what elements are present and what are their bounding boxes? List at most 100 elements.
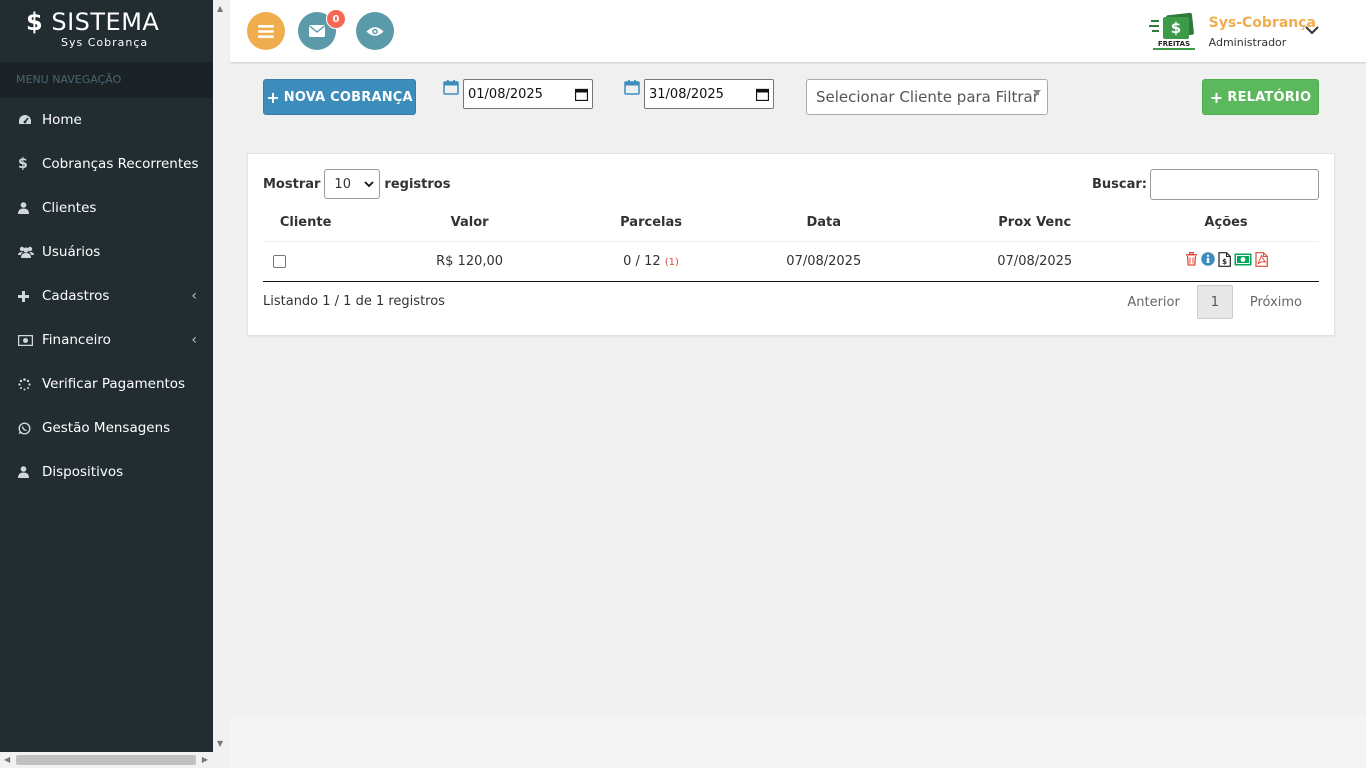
- dashboard-icon: [18, 114, 42, 126]
- charges-table: Cliente Valor Parcelas Data Prox Venc Aç…: [263, 205, 1319, 282]
- sidebar-item-label: Gestão Mensagens: [42, 420, 171, 436]
- view-button[interactable]: [356, 12, 394, 50]
- new-charge-button[interactable]: + NOVA COBRANÇA: [263, 79, 416, 115]
- table-row: R$ 120,00 0 / 12 (1) 07/08/2025 07/08/20…: [263, 241, 1319, 282]
- sidebar-item-label: Verificar Pagamentos: [42, 376, 186, 392]
- document-icon[interactable]: $: [1217, 251, 1231, 267]
- scroll-left-arrow-icon[interactable]: ◀: [4, 755, 10, 764]
- info-icon[interactable]: [1200, 252, 1215, 267]
- topbar: 0 $ FREITAS Sys-Cobrança Administrador: [230, 0, 1366, 63]
- svg-text:$: $: [1170, 19, 1180, 37]
- sidebar: $ SISTEMA Sys Cobrança MENU NAVEGAÇÃO Ho…: [0, 0, 213, 752]
- sidebar-item-dispositivos[interactable]: Dispositivos: [0, 450, 213, 494]
- end-date-group: 31/08/2025: [624, 79, 774, 109]
- sidebar-item-gestao-mensagens[interactable]: Gestão Mensagens: [0, 406, 213, 450]
- sidebar-item-clientes[interactable]: Clientes: [0, 186, 213, 230]
- pagination-next[interactable]: Próximo: [1233, 295, 1319, 310]
- client-filter-placeholder: Selecionar Cliente para Filtrar: [816, 88, 1039, 106]
- sidebar-item-label: Cadastros: [42, 288, 110, 304]
- eye-icon: [366, 26, 384, 36]
- user-dropdown-button[interactable]: [1302, 20, 1322, 40]
- brand-subtitle: Sys Cobrança: [61, 36, 149, 49]
- date-picker-icon[interactable]: [575, 88, 588, 101]
- sidebar-item-financeiro[interactable]: Financeiro ‹: [0, 318, 213, 362]
- logo-text: FREITAS: [1158, 40, 1190, 48]
- envelope-icon: [309, 25, 325, 37]
- client-filter-select[interactable]: Selecionar Cliente para Filtrar: [806, 79, 1048, 115]
- column-header-acoes: Ações: [1133, 205, 1319, 242]
- user-icon: [18, 466, 42, 478]
- end-date-input[interactable]: 31/08/2025: [644, 79, 774, 109]
- sidebar-item-home[interactable]: Home: [0, 98, 213, 142]
- whatsapp-icon: [18, 421, 42, 435]
- cell-parcelas: 0 / 12 (1): [590, 241, 712, 282]
- report-button[interactable]: + RELATÓRIO: [1202, 79, 1319, 115]
- dollar-icon: $: [18, 156, 28, 172]
- row-checkbox[interactable]: [273, 254, 286, 268]
- chevron-left-icon: ‹: [191, 332, 197, 348]
- charges-panel: Mostrar 10 registros Buscar: Cliente Val…: [247, 153, 1335, 336]
- hamburger-icon: [258, 24, 274, 38]
- pdf-file-icon[interactable]: [1254, 251, 1268, 267]
- sidebar-item-label: Dispositivos: [42, 464, 124, 480]
- horizontal-scrollbar[interactable]: ◀ ▶: [0, 752, 230, 768]
- scroll-right-arrow-icon[interactable]: ▶: [202, 755, 208, 764]
- page-length-control: Mostrar 10 registros: [263, 169, 450, 199]
- start-date-value: 01/08/2025: [468, 86, 543, 102]
- search-label: Buscar:: [1092, 177, 1147, 192]
- column-header-prox-venc[interactable]: Prox Venc: [936, 205, 1134, 242]
- end-date-value: 31/08/2025: [649, 86, 724, 102]
- date-picker-icon[interactable]: [756, 88, 769, 101]
- column-header-data[interactable]: Data: [711, 205, 937, 242]
- plus-icon: +: [266, 87, 280, 107]
- sidebar-item-cobrancas-recorrentes[interactable]: $ Cobranças Recorrentes: [0, 142, 213, 186]
- menu-header: MENU NAVEGAÇÃO: [0, 62, 213, 98]
- sidebar-item-cadastros[interactable]: Cadastros ‹: [0, 274, 213, 318]
- sidebar-item-verificar-pagamentos[interactable]: Verificar Pagamentos: [0, 362, 213, 406]
- pagination-previous[interactable]: Anterior: [1110, 295, 1196, 310]
- main-content: + NOVA COBRANÇA 01/08/2025 31/08/2025 Se…: [230, 64, 1366, 716]
- plus-icon: +: [1209, 87, 1224, 107]
- spinner-icon: [18, 377, 42, 391]
- scroll-down-arrow-icon[interactable]: ▼: [217, 739, 223, 748]
- search-input[interactable]: [1150, 169, 1319, 200]
- chevron-down-icon: [1305, 26, 1319, 35]
- column-header-parcelas[interactable]: Parcelas: [590, 205, 712, 242]
- footer: [230, 716, 1366, 768]
- start-date-group: 01/08/2025: [443, 79, 593, 109]
- page-length-select[interactable]: 10: [324, 169, 381, 199]
- scrollbar-thumb[interactable]: [16, 755, 196, 765]
- company-logo: $ FREITAS: [1148, 12, 1197, 52]
- user-icon: [18, 202, 42, 214]
- sidebar-item-label: Clientes: [42, 200, 97, 216]
- column-header-cliente[interactable]: Cliente: [263, 205, 349, 242]
- messages-button[interactable]: 0: [298, 9, 346, 50]
- calendar-icon: [624, 80, 640, 95]
- new-charge-label: NOVA COBRANÇA: [283, 89, 413, 105]
- table-header-row: Cliente Valor Parcelas Data Prox Venc Aç…: [263, 205, 1319, 242]
- table-info: Listando 1 / 1 de 1 registros: [263, 294, 445, 309]
- cell-acoes: $: [1133, 241, 1319, 282]
- pagination-current-page[interactable]: 1: [1196, 285, 1233, 319]
- length-label-after: registros: [384, 176, 451, 192]
- menu-toggle-button[interactable]: [247, 12, 285, 50]
- column-header-valor[interactable]: Valor: [348, 205, 591, 242]
- user-menu[interactable]: $ FREITAS Sys-Cobrança Administrador: [1148, 8, 1316, 56]
- vertical-scrollbar[interactable]: ▲ ▼: [213, 0, 230, 752]
- chevron-down-icon: [364, 181, 375, 188]
- start-date-input[interactable]: 01/08/2025: [463, 79, 593, 109]
- cell-valor: R$ 120,00: [348, 241, 591, 282]
- sidebar-item-usuarios[interactable]: Usuários: [0, 230, 213, 274]
- trash-icon[interactable]: [1185, 252, 1198, 266]
- dropdown-arrow-icon: [1033, 90, 1041, 95]
- pay-money-icon[interactable]: [1234, 253, 1252, 266]
- row-actions: $: [1185, 251, 1268, 267]
- sidebar-menu: Home $ Cobranças Recorrentes Clientes Us…: [0, 98, 213, 494]
- report-label: RELATÓRIO: [1227, 89, 1312, 105]
- brand[interactable]: $ SISTEMA Sys Cobrança: [0, 0, 213, 62]
- cell-data: 07/08/2025: [711, 241, 937, 282]
- user-role: Administrador: [1208, 36, 1287, 49]
- brand-title: SISTEMA: [51, 8, 160, 36]
- scroll-up-arrow-icon[interactable]: ▲: [217, 4, 223, 13]
- table-search: Buscar:: [1092, 169, 1319, 200]
